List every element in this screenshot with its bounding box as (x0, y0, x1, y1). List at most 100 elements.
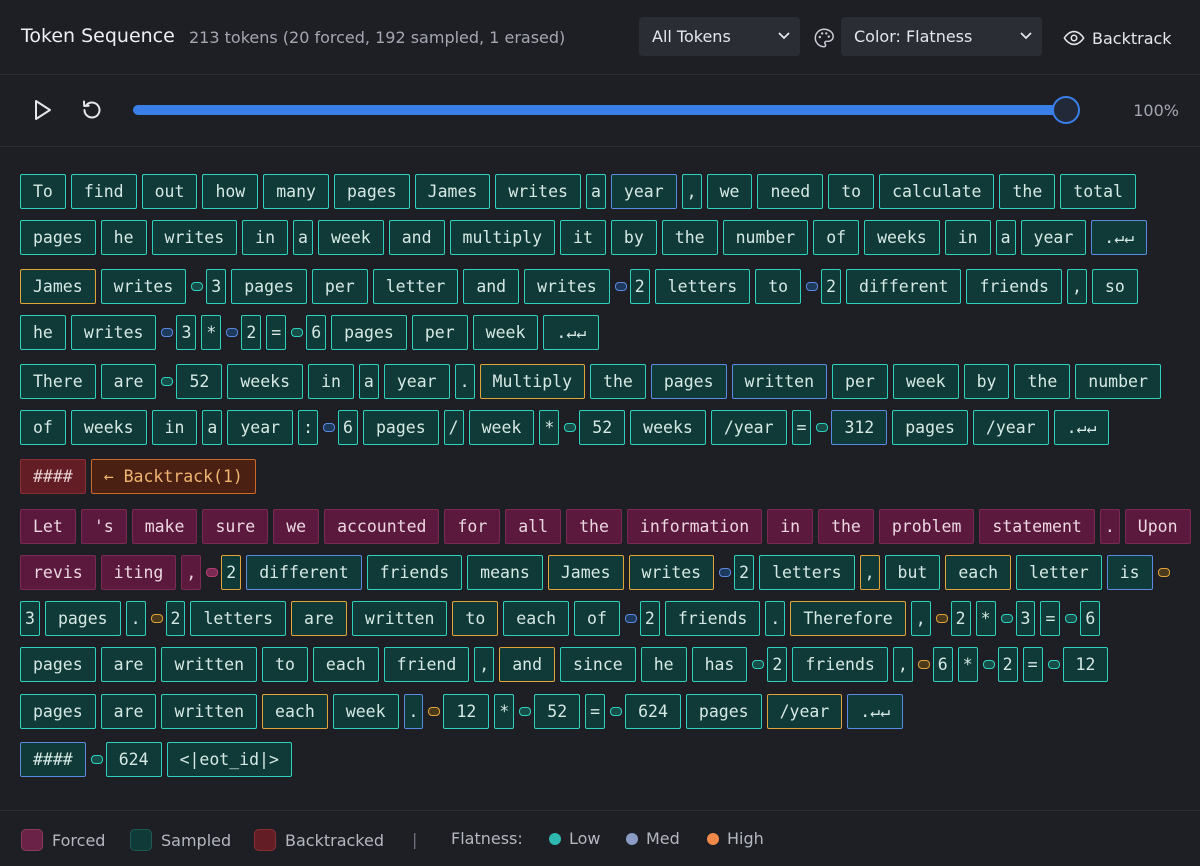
token[interactable]: 6 (306, 314, 327, 350)
token[interactable]: .↵↵ (847, 693, 904, 729)
token[interactable]: pages (20, 219, 96, 255)
token[interactable]: friends (792, 646, 888, 682)
token[interactable]: 2 (997, 646, 1018, 682)
token[interactable]: year (227, 409, 294, 445)
token[interactable]: writes (628, 554, 715, 590)
token[interactable]: and (388, 219, 445, 255)
token[interactable]: / (443, 409, 464, 445)
token[interactable]: /year (972, 409, 1049, 445)
space-token[interactable] (610, 706, 623, 716)
token[interactable]: he (100, 219, 147, 255)
reset-icon[interactable] (80, 98, 104, 122)
token[interactable]: so (1091, 268, 1138, 304)
token[interactable]: the (999, 173, 1056, 209)
token[interactable]: weeks (70, 409, 147, 445)
token[interactable]: friend (383, 646, 470, 682)
token[interactable]: writes (495, 173, 581, 209)
token[interactable]: are (100, 363, 157, 399)
token[interactable]: letters (759, 554, 855, 590)
token[interactable]: James (414, 173, 491, 209)
token[interactable]: 2 (734, 554, 755, 590)
token[interactable]: in (767, 508, 814, 544)
token[interactable]: = (791, 409, 812, 445)
token[interactable]: pages (650, 363, 727, 399)
space-token[interactable] (161, 376, 174, 386)
token[interactable]: by (610, 219, 657, 255)
color-mode-select[interactable]: Color: Flatness (841, 17, 1042, 56)
token[interactable]: each (312, 646, 379, 682)
token[interactable]: week (472, 314, 539, 350)
token[interactable]: . (125, 600, 146, 636)
token[interactable]: has (691, 646, 748, 682)
token[interactable]: . (765, 600, 786, 636)
token[interactable]: the (818, 508, 874, 544)
token[interactable]: is (1106, 554, 1153, 590)
token[interactable]: writes (70, 314, 157, 350)
token[interactable]: 6 (1080, 600, 1101, 636)
token[interactable]: There (20, 363, 96, 399)
token[interactable]: each (945, 554, 1012, 590)
token[interactable]: Therefore (790, 600, 906, 636)
token[interactable]: pages (231, 268, 307, 304)
token[interactable]: to (755, 268, 802, 304)
play-icon[interactable] (33, 99, 53, 121)
token[interactable]: = (1040, 600, 1061, 636)
token[interactable]: pages (20, 693, 96, 729)
token[interactable]: the (1014, 363, 1071, 399)
token[interactable]: <|eot_id|> (166, 741, 292, 777)
token[interactable]: in (944, 219, 991, 255)
token[interactable]: many (263, 173, 329, 209)
token[interactable]: 6 (932, 646, 953, 682)
token[interactable]: number (1075, 363, 1161, 399)
token[interactable]: year (383, 363, 450, 399)
token[interactable]: * (201, 314, 222, 350)
token[interactable]: revis (20, 554, 96, 590)
token[interactable]: make (131, 508, 198, 544)
token[interactable]: 's (80, 508, 127, 544)
token[interactable]: pages (362, 409, 439, 445)
space-token[interactable] (719, 567, 732, 577)
token[interactable]: * (975, 600, 996, 636)
token[interactable]: multiply (449, 219, 556, 255)
token[interactable]: friends (366, 554, 463, 590)
token[interactable]: . (1099, 508, 1120, 544)
space-token[interactable] (806, 281, 819, 291)
token[interactable]: each (503, 600, 570, 636)
token[interactable]: to (262, 646, 308, 682)
token[interactable]: 624 (625, 693, 681, 729)
token[interactable]: per (311, 268, 368, 304)
token[interactable]: letter (1016, 554, 1102, 590)
token[interactable]: a (995, 219, 1016, 255)
token[interactable]: calculate (879, 173, 995, 209)
token[interactable]: to (828, 173, 875, 209)
token[interactable]: 3 (1015, 600, 1036, 636)
token[interactable]: Multiply (479, 363, 586, 399)
token[interactable]: = (1022, 646, 1043, 682)
space-token[interactable] (90, 754, 103, 764)
token[interactable]: sure (202, 508, 269, 544)
token[interactable]: 6 (338, 409, 358, 445)
token[interactable]: and (499, 646, 556, 682)
token[interactable]: 2 (767, 646, 788, 682)
token[interactable]: problem (878, 508, 975, 544)
token[interactable]: all (505, 508, 562, 544)
token[interactable]: writes (100, 268, 187, 304)
space-token[interactable] (323, 422, 336, 432)
token[interactable]: , (681, 173, 702, 209)
token[interactable]: in (308, 363, 354, 399)
token[interactable]: are (291, 600, 347, 636)
token[interactable]: out (141, 173, 198, 209)
token[interactable]: the (590, 363, 646, 399)
token[interactable]: by (963, 363, 1010, 399)
space-token[interactable] (1157, 567, 1170, 577)
space-token[interactable] (917, 659, 930, 669)
space-token[interactable] (226, 327, 239, 337)
token[interactable]: 2 (639, 600, 660, 636)
token[interactable]: /year (766, 693, 843, 729)
space-token[interactable] (428, 706, 441, 716)
token[interactable]: = (266, 314, 287, 350)
token[interactable]: , (892, 646, 913, 682)
token[interactable]: per (411, 314, 468, 350)
token[interactable]: to (452, 600, 499, 636)
token[interactable]: 2 (629, 268, 650, 304)
